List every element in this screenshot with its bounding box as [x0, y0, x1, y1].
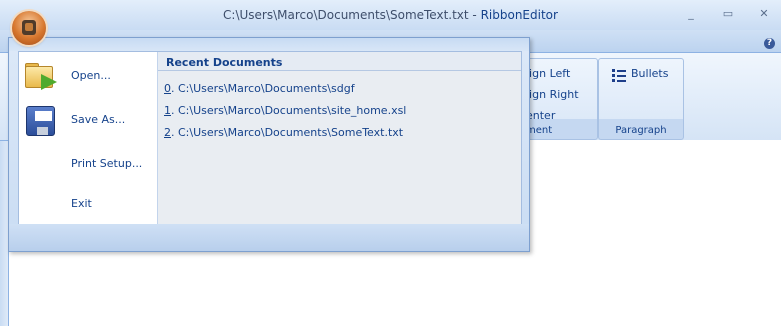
recent-documents-header: Recent Documents	[158, 52, 521, 71]
menu-item-exit[interactable]: Exit	[19, 188, 157, 224]
recent-document-item[interactable]: 1. C:\Users\Marco\Documents\site_home.xs…	[164, 104, 406, 117]
bullets-button[interactable]: Bullets	[631, 67, 668, 80]
maximize-button[interactable]: ▭	[718, 6, 738, 22]
close-button[interactable]: ✕	[754, 6, 774, 22]
title-bar: C:\Users\Marco\Documents\SomeText.txt - …	[0, 0, 781, 30]
align-left-button[interactable]: lign Left	[526, 67, 570, 80]
paragraph-group-label: Paragraph	[615, 125, 667, 136]
menu-item-print-setup[interactable]: Print Setup...	[19, 148, 157, 184]
center-button[interactable]: enter	[526, 109, 555, 122]
title-app-name: RibbonEditor	[480, 8, 558, 22]
floppy-disk-icon	[23, 104, 55, 136]
bullets-icon	[612, 69, 626, 82]
menu-commands: Open... Save As... Print Setup... Exit	[19, 52, 158, 224]
app-logo-icon	[22, 20, 36, 35]
align-right-button[interactable]: lign Right	[526, 88, 579, 101]
application-menu-header	[9, 38, 529, 51]
open-folder-icon	[23, 60, 61, 92]
recent-document-item[interactable]: 2. C:\Users\Marco\Documents\SomeText.txt	[164, 126, 403, 139]
title-path: C:\Users\Marco\Documents\SomeText.txt	[223, 8, 469, 22]
application-button[interactable]	[12, 11, 46, 45]
minimize-button[interactable]: _	[681, 6, 701, 22]
application-menu-body: Open... Save As... Print Setup... Exit R…	[18, 51, 522, 225]
window-title: C:\Users\Marco\Documents\SomeText.txt - …	[0, 8, 781, 22]
menu-item-open[interactable]: Open...	[19, 58, 157, 94]
menu-item-exit-label: Exit	[71, 197, 92, 210]
menu-item-save-as-label: Save As...	[71, 113, 126, 126]
application-menu-footer	[9, 224, 529, 251]
recent-documents-panel: Recent Documents 0. C:\Users\Marco\Docum…	[158, 52, 521, 224]
menu-item-open-label: Open...	[71, 69, 111, 82]
help-icon[interactable]: ?	[764, 38, 775, 49]
title-separator: -	[468, 8, 481, 22]
paragraph-group: Bullets Paragraph	[598, 58, 684, 140]
recent-documents-title: Recent Documents	[166, 56, 283, 69]
menu-item-print-setup-label: Print Setup...	[71, 157, 143, 170]
menu-item-save-as[interactable]: Save As...	[19, 102, 157, 138]
recent-document-item[interactable]: 0. C:\Users\Marco\Documents\sdgf	[164, 82, 355, 95]
application-menu: Open... Save As... Print Setup... Exit R…	[8, 37, 530, 252]
